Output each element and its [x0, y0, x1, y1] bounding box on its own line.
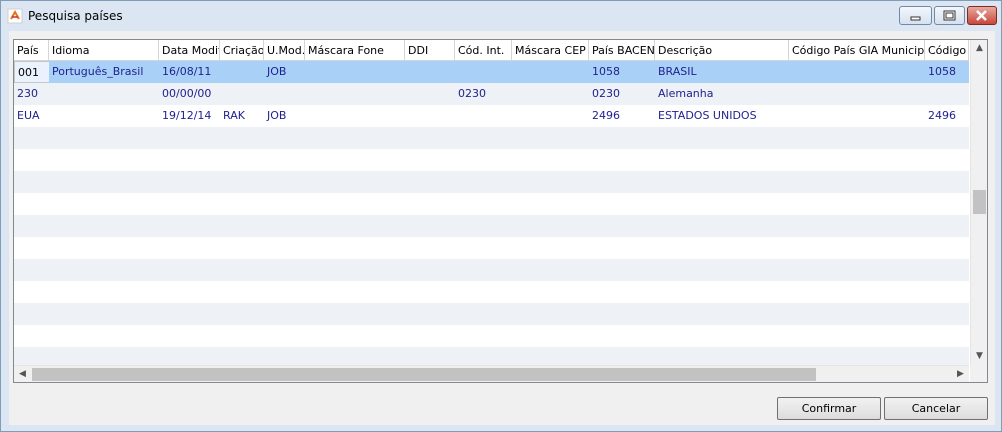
cell-mascara-fone [305, 105, 405, 127]
cell-codigo [925, 83, 969, 105]
cell-idioma [49, 105, 159, 127]
scroll-right-icon[interactable]: ▶ [952, 366, 969, 382]
countries-grid[interactable]: País Idioma Data Modif. Criação U.Mod. M… [13, 39, 988, 383]
client-area: País Idioma Data Modif. Criação U.Mod. M… [9, 31, 995, 425]
vertical-scroll-thumb[interactable] [973, 190, 986, 214]
cell-descricao: Alemanha [658, 87, 714, 100]
column-header-criacao[interactable]: Criação [220, 40, 264, 61]
cell-pais-bacen: 1058 [592, 65, 620, 78]
cell-criacao [220, 61, 264, 83]
column-header-data-modif[interactable]: Data Modif. [159, 40, 220, 61]
cell-u-mod: JOB [267, 65, 287, 78]
scrollbar-corner [970, 365, 987, 382]
cell-mascara-cep [512, 105, 589, 127]
grid-rows: 001 Português_Brasil 16/08/11 JOB 1058 B… [14, 61, 969, 365]
cell-criacao: RAK [223, 109, 245, 122]
cell-cod-int [455, 61, 512, 83]
column-header-codigo-pais-gia-municipal[interactable]: Código País GIA Municipal [789, 40, 925, 61]
empty-row [14, 149, 969, 171]
column-header-pais[interactable]: País [14, 40, 49, 61]
scroll-left-icon[interactable]: ◀ [14, 366, 31, 382]
close-button[interactable] [967, 6, 997, 25]
close-icon [976, 10, 987, 21]
maximize-button[interactable] [934, 6, 965, 25]
scroll-up-icon[interactable]: ▲ [971, 40, 987, 57]
cell-codigo: 2496 [928, 109, 956, 122]
cell-codigo: 1058 [928, 65, 956, 78]
cell-data-modif: 16/08/11 [162, 65, 212, 78]
column-header-codigo[interactable]: Código [925, 40, 969, 61]
cell-descricao: BRASIL [658, 65, 697, 78]
cell-descricao: ESTADOS UNIDOS [658, 109, 757, 122]
minimize-button[interactable] [899, 6, 932, 25]
empty-row [14, 171, 969, 193]
cell-pais-bacen: 0230 [592, 87, 620, 100]
table-row[interactable]: EUA 19/12/14 RAK JOB 2496 ESTADOS UNIDOS… [14, 105, 969, 127]
cell-codigo-pais-gia [789, 61, 925, 83]
empty-row [14, 237, 969, 259]
cell-u-mod: JOB [267, 109, 287, 122]
cell-ddi [405, 105, 455, 127]
cell-codigo-pais-gia [789, 105, 925, 127]
cell-u-mod [264, 83, 305, 105]
empty-row [14, 259, 969, 281]
cell-mascara-cep [512, 61, 589, 83]
column-header-ddi[interactable]: DDI [405, 40, 455, 61]
scroll-down-icon[interactable]: ▼ [971, 348, 987, 365]
column-header-u-mod[interactable]: U.Mod. [264, 40, 305, 61]
cell-ddi [405, 83, 455, 105]
minimize-icon [910, 16, 921, 21]
cell-codigo-pais-gia [789, 83, 925, 105]
cell-mascara-fone [305, 61, 405, 83]
column-header-pais-bacen[interactable]: País BACEN [589, 40, 655, 61]
column-header-mascara-cep[interactable]: Máscara CEP [512, 40, 589, 61]
pesquisa-paises-window: Pesquisa países País Idioma Data Modif. … [0, 0, 1002, 432]
empty-row [14, 347, 969, 365]
empty-row [14, 281, 969, 303]
cell-pais: 230 [17, 87, 38, 100]
cell-cod-int [455, 105, 512, 127]
cell-data-modif: 00/00/00 [162, 87, 212, 100]
cell-pais[interactable]: 001 [14, 61, 49, 83]
cell-criacao [220, 83, 264, 105]
confirm-button[interactable]: Confirmar [777, 397, 881, 420]
empty-row [14, 215, 969, 237]
vertical-scrollbar[interactable]: ▲ ▼ [970, 40, 987, 365]
horizontal-scrollbar[interactable]: ◀ ▶ [14, 365, 969, 382]
title-bar[interactable]: Pesquisa países [1, 1, 1001, 31]
cell-cod-int: 0230 [458, 87, 486, 100]
maximize-icon [943, 10, 956, 21]
empty-row [14, 193, 969, 215]
empty-row [14, 127, 969, 149]
cancel-button[interactable]: Cancelar [884, 397, 988, 420]
column-header-descricao[interactable]: Descrição [655, 40, 789, 61]
table-row-selected[interactable]: 001 Português_Brasil 16/08/11 JOB 1058 B… [14, 61, 969, 83]
table-row[interactable]: 230 00/00/00 0230 0230 Alemanha [14, 83, 969, 105]
cell-idioma: Português_Brasil [52, 65, 144, 78]
empty-row [14, 325, 969, 347]
cell-pais: EUA [17, 109, 40, 122]
app-icon [7, 8, 23, 24]
cell-idioma [49, 83, 159, 105]
cell-pais-bacen: 2496 [592, 109, 620, 122]
cell-mascara-fone [305, 83, 405, 105]
cell-data-modif: 19/12/14 [162, 109, 212, 122]
column-header-cod-int[interactable]: Cód. Int. [455, 40, 512, 61]
column-header-idioma[interactable]: Idioma [49, 40, 159, 61]
column-header-mascara-fone[interactable]: Máscara Fone [305, 40, 405, 61]
cell-ddi [405, 61, 455, 83]
grid-header: País Idioma Data Modif. Criação U.Mod. M… [14, 40, 969, 61]
cell-mascara-cep [512, 83, 589, 105]
empty-row [14, 303, 969, 325]
window-title: Pesquisa países [28, 9, 123, 23]
horizontal-scroll-thumb[interactable] [32, 368, 816, 381]
